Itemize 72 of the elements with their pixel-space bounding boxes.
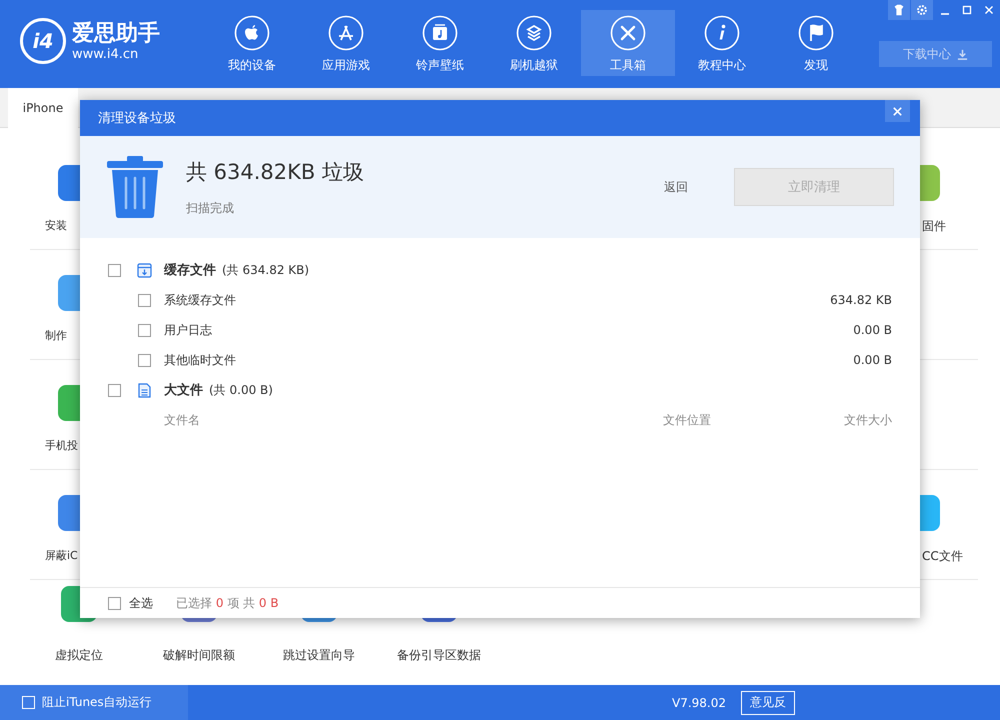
folder-icon xyxy=(137,262,152,278)
download-icon xyxy=(957,48,968,60)
item-name: 系统缓存文件 xyxy=(164,292,236,308)
dialog-title: 清理设备垃圾 xyxy=(98,110,176,127)
nav-tab[interactable]: 应用游戏 xyxy=(299,10,393,76)
trash-icon xyxy=(107,156,163,218)
music-icon xyxy=(422,15,458,51)
minimize-icon xyxy=(941,13,949,15)
maximize-icon xyxy=(960,3,974,17)
back-link[interactable]: 返回 xyxy=(658,178,694,196)
tool-label[interactable]: 安装 xyxy=(45,218,80,233)
box-icon xyxy=(516,15,552,51)
logo-mark: i4 xyxy=(20,18,66,64)
item-name: 用户日志 xyxy=(164,322,212,338)
tool-icon[interactable] xyxy=(58,495,80,531)
column-header: 文件大小 xyxy=(844,412,892,428)
shirt-button[interactable] xyxy=(888,0,910,20)
nav-tab[interactable]: 铃声壁纸 xyxy=(393,10,487,76)
nav-tab[interactable]: 教程中心 xyxy=(675,10,769,76)
nav-tab[interactable]: 刷机越狱 xyxy=(487,10,581,76)
settings-button[interactable] xyxy=(911,0,933,20)
scan-status: 扫描完成 xyxy=(186,200,235,216)
info-icon xyxy=(704,15,740,51)
document-icon xyxy=(137,382,152,398)
group-total: (共 634.82 KB) xyxy=(222,262,310,278)
tool-icon[interactable] xyxy=(920,165,940,201)
app-url: www.i4.cn xyxy=(72,46,140,62)
checkbox[interactable] xyxy=(138,324,151,336)
tool-label[interactable]: 破解时间限额 xyxy=(163,647,235,664)
tool-label[interactable]: 跳过设置向导 xyxy=(283,647,355,664)
close-button[interactable] xyxy=(885,100,910,122)
nav-tab[interactable]: 发现 xyxy=(769,10,863,76)
tool-icon[interactable] xyxy=(58,385,80,421)
tool-label[interactable]: 虚拟定位 xyxy=(55,647,103,664)
checkbox[interactable] xyxy=(108,596,121,610)
nav-tab[interactable]: 工具箱 xyxy=(581,10,675,76)
flag-icon xyxy=(798,15,834,51)
checkbox[interactable] xyxy=(108,384,121,396)
tool-icon[interactable] xyxy=(920,495,940,531)
tool-label[interactable]: 制作 xyxy=(45,328,80,343)
apple-icon xyxy=(234,15,270,51)
item-size: 634.82 KB xyxy=(830,293,892,307)
tool-label[interactable]: 手机投 xyxy=(45,438,80,453)
junk-total: 共 634.82KB 垃圾 xyxy=(186,158,364,186)
select-all-label[interactable]: 全选 xyxy=(129,594,153,612)
shirt-icon xyxy=(892,3,906,17)
column-header: 文件名 xyxy=(164,412,200,428)
tool-label[interactable]: 固件 xyxy=(922,218,978,235)
column-header: 文件位置 xyxy=(663,412,711,428)
group-name: 缓存文件 xyxy=(164,262,216,279)
close-icon xyxy=(892,106,903,116)
feedback-button[interactable]: 意见反 xyxy=(741,690,795,714)
item-size: 0.00 B xyxy=(853,353,892,367)
settings-icon xyxy=(915,3,929,17)
tool-label[interactable]: CC文件 xyxy=(922,548,978,565)
checkbox[interactable] xyxy=(138,294,151,306)
checkbox[interactable] xyxy=(108,264,121,276)
nav-tab[interactable]: 我的设备 xyxy=(205,10,299,76)
device-tab[interactable]: iPhone xyxy=(8,88,78,128)
selection-summary: 已选择 0 项 共 0 B xyxy=(176,594,279,612)
tool-icon[interactable] xyxy=(58,275,80,311)
tool-label[interactable]: 屏蔽iC xyxy=(45,548,80,563)
checkbox[interactable] xyxy=(138,354,151,366)
item-name: 其他临时文件 xyxy=(164,352,236,368)
tool-icon[interactable] xyxy=(58,165,80,201)
app-store-icon xyxy=(328,15,364,51)
item-size: 0.00 B xyxy=(853,323,892,337)
group-total: (共 0.00 B) xyxy=(209,382,273,398)
app-name: 爱思助手 xyxy=(72,20,160,46)
tool-label[interactable]: 备份引导区数据 xyxy=(397,647,481,664)
group-name: 大文件 xyxy=(164,382,203,399)
version-text: V7.98.02 xyxy=(672,696,726,710)
